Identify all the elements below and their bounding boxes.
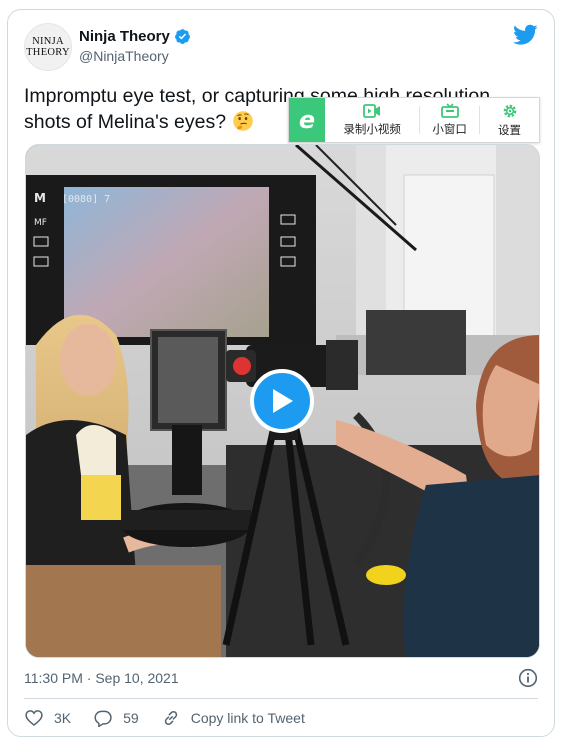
video-record-icon [363,103,381,118]
like-button[interactable]: 3K [24,708,71,728]
thinking-face-emoji-icon [232,111,253,131]
gear-icon [503,104,516,117]
svg-text:M: M [34,191,46,205]
helper-logo-icon[interactable]: e [289,98,325,142]
reply-button[interactable]: 59 [93,708,139,728]
reply-count: 59 [123,710,139,726]
svg-text:MF: MF [34,218,47,228]
record-video-label: 录制小视频 [343,121,401,136]
video-player[interactable]: [0080] 7 M MF [25,144,540,658]
svg-text:[0080] 7: [0080] 7 [62,194,110,205]
mini-window-button[interactable]: 小窗口 [420,98,479,142]
verified-badge-icon [174,29,190,44]
avatar-text-line2: THEORY [26,47,70,58]
play-button[interactable] [250,369,314,433]
link-icon [164,710,177,726]
record-video-button[interactable]: 录制小视频 [325,98,419,142]
tv-window-icon [440,103,459,118]
author-handle[interactable]: @NinjaTheory [79,48,169,64]
tweet-timestamp[interactable]: 11:30 PM · Sep 10, 2021 [24,670,179,686]
display-name[interactable]: Ninja Theory [79,28,170,45]
reply-bubble-icon [94,710,112,728]
copy-link-label: Copy link to Tweet [190,710,305,726]
heart-icon [25,710,43,727]
settings-label: 设置 [498,122,522,137]
tweet-actions: 3K 59 Copy link to Tweet [24,708,327,728]
mini-window-label: 小窗口 [432,122,467,136]
like-count: 3K [54,710,72,726]
video-helper-toolbar: e 录制小视频 小窗口 设置 [288,97,540,143]
settings-button[interactable]: 设置 [480,98,539,142]
avatar-text-line1: NINJA [32,36,64,47]
info-icon[interactable] [518,668,538,688]
tweet-card: NINJA THEORY Ninja Theory @NinjaTheory I… [7,9,555,737]
footer-divider [24,698,538,699]
author-name-row: Ninja Theory [79,28,191,45]
play-icon [273,389,293,413]
helper-logo-letter: e [298,106,316,134]
twitter-bird-icon[interactable] [513,24,538,46]
copy-link-button[interactable]: Copy link to Tweet [161,708,305,728]
avatar[interactable]: NINJA THEORY [24,23,72,71]
